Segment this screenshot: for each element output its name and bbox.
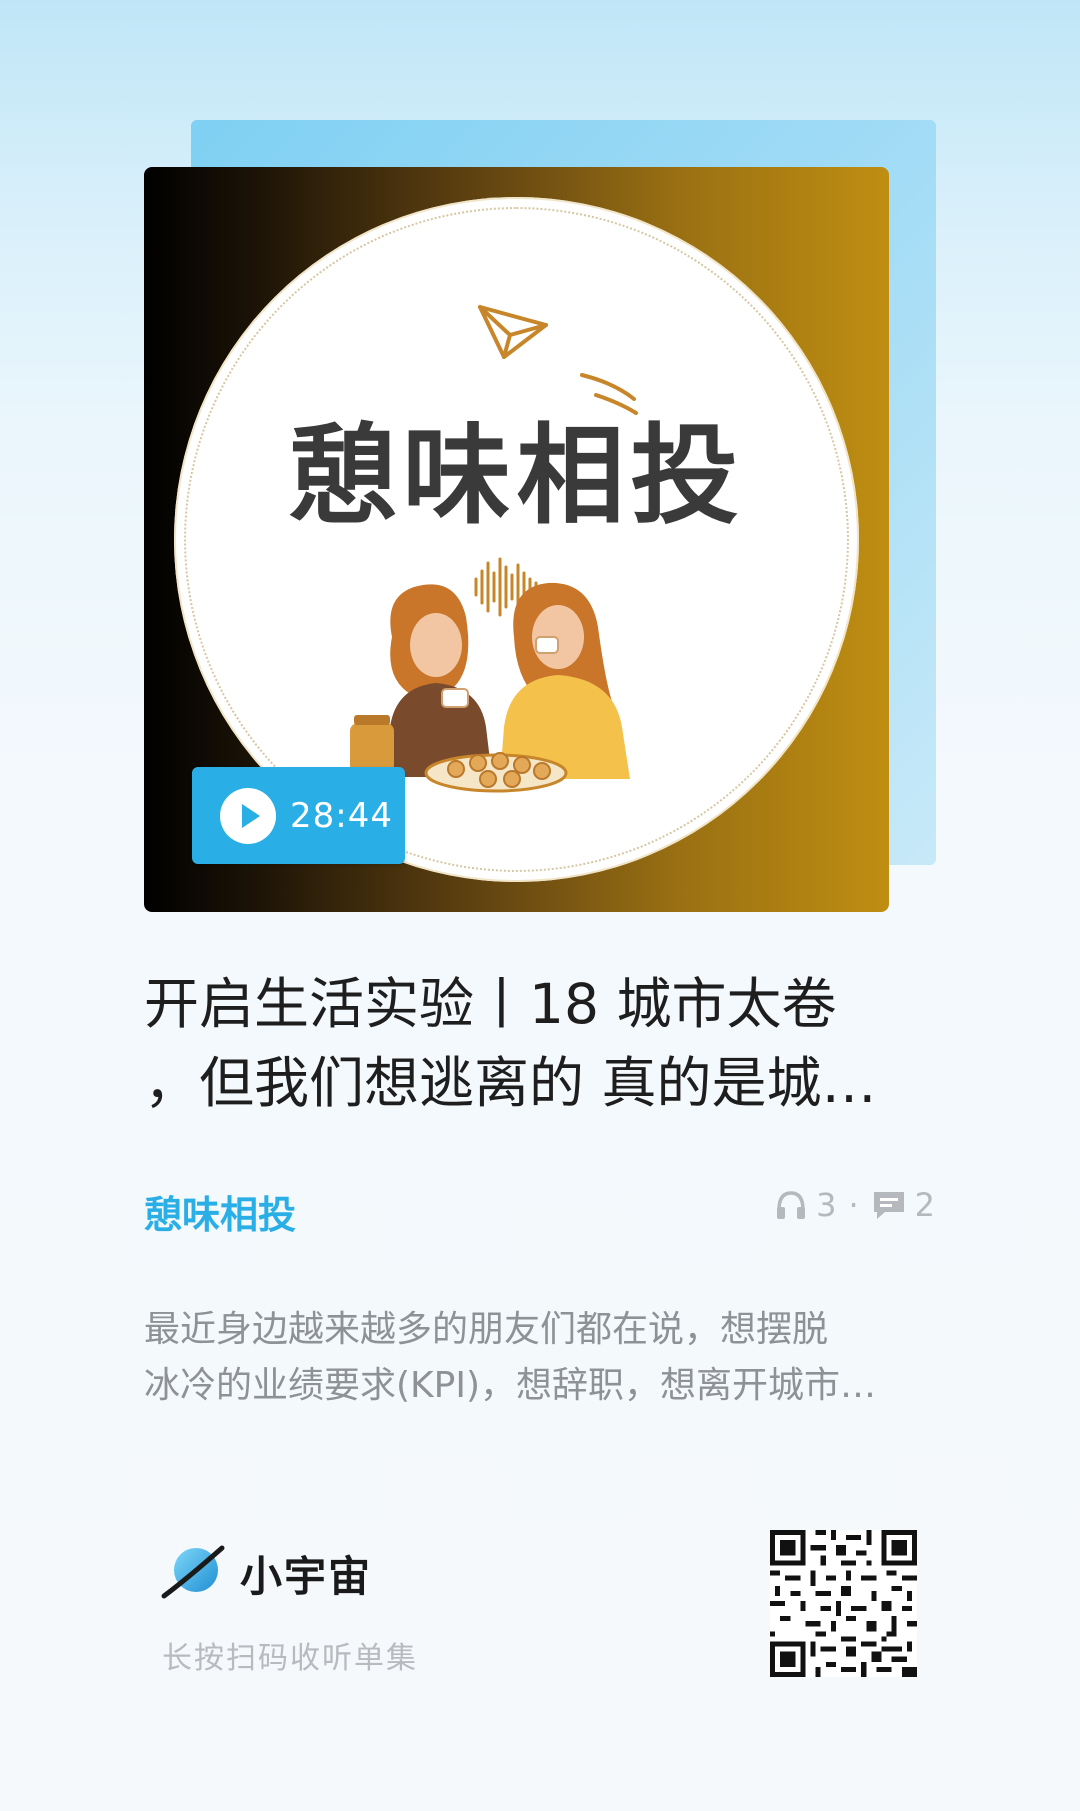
episode-stats: 3 · 2 — [774, 1186, 935, 1224]
episode-cover[interactable]: 憩味相投 28:44 — [144, 167, 889, 912]
comment-icon — [873, 1192, 904, 1219]
episode-title-line-1: 开启生活实验丨18 城市太卷 — [144, 972, 837, 1036]
listen-count: 3 — [816, 1186, 837, 1224]
play-icon — [242, 803, 260, 828]
brand-logo: 小宇宙 — [158, 1538, 372, 1608]
description-line-2: 冰冷的业绩要求(KPI)，想辞职，想离开城市… — [144, 1365, 877, 1406]
comment-count: 2 — [914, 1186, 935, 1224]
episode-title[interactable]: 开启生活实验丨18 城市太卷 ，但我们想逃离的 真的是城… — [144, 965, 934, 1123]
play-button[interactable] — [220, 787, 276, 844]
stats-separator: · — [848, 1186, 859, 1224]
qr-code-icon — [770, 1530, 917, 1677]
episode-description: 最近身边越来越多的朋友们都在说，想摆脱 冰冷的业绩要求(KPI)，想辞职，想离开… — [144, 1302, 934, 1414]
planet-logo-icon — [161, 1545, 225, 1599]
headphones-icon — [777, 1191, 806, 1219]
episode-title-line-2: ，但我们想逃离的 真的是城… — [144, 1051, 877, 1115]
brand-name: 小宇宙 — [240, 1551, 373, 1601]
description-line-1: 最近身边越来越多的朋友们都在说，想摆脱 — [144, 1309, 829, 1350]
scan-hint: 长按扫码收听单集 — [162, 1641, 418, 1676]
qr-code[interactable] — [770, 1530, 917, 1677]
play-duration-badge[interactable]: 28:44 — [192, 767, 405, 864]
episode-duration: 28:44 — [290, 795, 393, 836]
podcast-name-link[interactable]: 憩味相投 — [144, 1184, 296, 1239]
